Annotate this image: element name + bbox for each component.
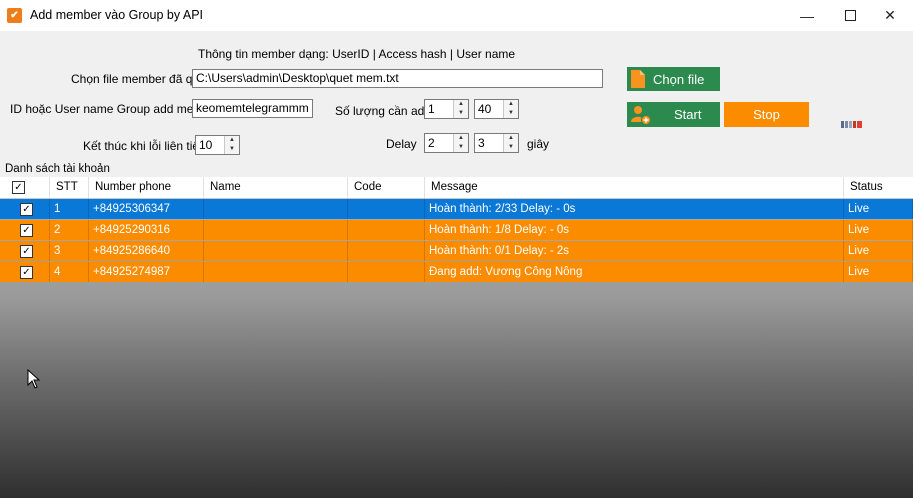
cell-code — [348, 262, 425, 282]
down-arrow-icon[interactable]: ▼ — [454, 143, 468, 152]
delay-label: Delay — [386, 137, 417, 151]
cell-stt: 3 — [50, 241, 89, 261]
delay-from-stepper[interactable]: 2 ▲ ▼ — [424, 133, 469, 153]
mouse-cursor-icon — [27, 369, 41, 389]
down-arrow-icon[interactable]: ▼ — [225, 145, 239, 154]
row-checkbox-cell[interactable]: ✓ — [0, 241, 50, 261]
qty-from-value: 1 — [428, 102, 435, 116]
cell-name — [204, 220, 348, 240]
cell-status: Live — [844, 241, 913, 261]
table-row[interactable]: ✓ 3 +84925286640 Hoàn thành: 0/1 Delay: - 2… — [0, 241, 913, 261]
minimize-button[interactable]: — — [784, 0, 830, 31]
down-arrow-icon[interactable]: ▼ — [504, 143, 518, 152]
qty-to-stepper[interactable]: 40 ▲ ▼ — [474, 99, 519, 119]
table-header: ✓ STT Number phone Name Code Message Sta… — [0, 177, 913, 199]
cell-message: Đang add: Vương Công Nông — [425, 262, 844, 282]
up-arrow-icon[interactable]: ▲ — [504, 134, 518, 143]
row-checkbox-cell[interactable]: ✓ — [0, 220, 50, 240]
cell-phone: +84925306347 — [89, 199, 204, 219]
choose-file-label: Chọn file — [653, 71, 705, 87]
accounts-table[interactable]: ✓ STT Number phone Name Code Message Sta… — [0, 177, 913, 498]
stop-label: Stop — [753, 107, 780, 122]
close-button[interactable]: ✕ — [867, 0, 913, 31]
add-user-icon — [631, 105, 651, 125]
column-header[interactable]: Number phone — [89, 177, 204, 198]
row-checkbox-cell[interactable]: ✓ — [0, 199, 50, 219]
cell-status: Live — [844, 262, 913, 282]
stop-error-value: 10 — [199, 138, 213, 152]
info-text: Thông tin member dạng: UserID | Access h… — [198, 47, 516, 61]
cell-message: Hoàn thành: 0/1 Delay: - 2s — [425, 241, 844, 261]
cell-stt: 2 — [50, 220, 89, 240]
group-label: ID hoặc User name Group add member — [10, 102, 221, 116]
qty-from-stepper[interactable]: 1 ▲ ▼ — [424, 99, 469, 119]
up-arrow-icon[interactable]: ▲ — [504, 100, 518, 109]
file-path-input[interactable]: C:\Users\admin\Desktop\quet mem.txt — [192, 69, 603, 88]
start-button[interactable]: Start — [627, 102, 720, 127]
title-bar: ✔ Add member vào Group by API — ✕ — [0, 0, 913, 31]
row-checkbox-cell[interactable]: ✓ — [0, 262, 50, 282]
app-icon: ✔ — [7, 8, 22, 23]
cell-name — [204, 241, 348, 261]
column-header[interactable]: STT — [50, 177, 89, 198]
qty-to-value: 40 — [478, 102, 492, 116]
stop-error-label: Kết thúc khi lỗi liên tiếp — [83, 139, 206, 153]
maximize-icon — [844, 10, 856, 21]
column-header[interactable]: Message — [425, 177, 844, 198]
column-header[interactable]: Status — [844, 177, 913, 198]
column-header[interactable]: Code — [348, 177, 425, 198]
table-row[interactable]: ✓ 1 +84925306347 Hoàn thành: 2/33 Delay: - … — [0, 199, 913, 219]
delay-from-value: 2 — [428, 136, 435, 150]
cell-phone: +84925290316 — [89, 220, 204, 240]
choose-file-button[interactable]: Chọn file — [627, 67, 720, 91]
row-checkbox[interactable]: ✓ — [20, 245, 33, 258]
down-arrow-icon[interactable]: ▼ — [454, 109, 468, 118]
row-checkbox[interactable]: ✓ — [20, 203, 33, 216]
up-arrow-icon[interactable]: ▲ — [454, 100, 468, 109]
delay-to-stepper[interactable]: 3 ▲ ▼ — [474, 133, 519, 153]
list-title: Danh sách tài khoản — [5, 163, 110, 175]
table-row[interactable]: ✓ 4 +84925274987 Đang add: Vương Công Nông L… — [0, 262, 913, 282]
select-all-checkbox[interactable]: ✓ — [12, 181, 25, 194]
cell-code — [348, 199, 425, 219]
row-checkbox[interactable]: ✓ — [20, 224, 33, 237]
cell-name — [204, 262, 348, 282]
file-label: Chọn file member đã quét — [71, 72, 210, 86]
cell-name — [204, 199, 348, 219]
file-icon — [631, 70, 645, 88]
column-header[interactable]: Name — [204, 177, 348, 198]
cell-phone: +84925286640 — [89, 241, 204, 261]
cell-stt: 1 — [50, 199, 89, 219]
qty-label: Số lượng cần add — [335, 104, 431, 118]
window-title: Add member vào Group by API — [30, 8, 204, 22]
down-arrow-icon[interactable]: ▼ — [504, 109, 518, 118]
close-icon: ✕ — [884, 7, 896, 23]
cell-stt: 4 — [50, 262, 89, 282]
cell-code — [348, 220, 425, 240]
cell-message: Hoàn thành: 1/8 Delay: - 0s — [425, 220, 844, 240]
group-input[interactable]: keomemtelegrammm — [192, 99, 313, 118]
table-row[interactable]: ✓ 2 +84925290316 Hoàn thành: 1/8 Delay: - 0… — [0, 220, 913, 240]
cell-code — [348, 241, 425, 261]
minimize-icon: — — [800, 7, 814, 24]
select-all-cell[interactable]: ✓ — [0, 177, 50, 198]
up-arrow-icon[interactable]: ▲ — [225, 136, 239, 145]
up-arrow-icon[interactable]: ▲ — [454, 134, 468, 143]
delay-unit: giây — [527, 137, 550, 151]
cell-phone: +84925274987 — [89, 262, 204, 282]
cell-message: Hoàn thành: 2/33 Delay: - 0s — [425, 199, 844, 219]
stop-error-stepper[interactable]: 10 ▲ ▼ — [195, 135, 240, 155]
row-checkbox[interactable]: ✓ — [20, 266, 33, 279]
loading-indicator — [841, 121, 863, 128]
stop-button[interactable]: Stop — [724, 102, 809, 127]
cell-status: Live — [844, 220, 913, 240]
delay-to-value: 3 — [478, 136, 485, 150]
cell-status: Live — [844, 199, 913, 219]
start-label: Start — [674, 107, 702, 122]
